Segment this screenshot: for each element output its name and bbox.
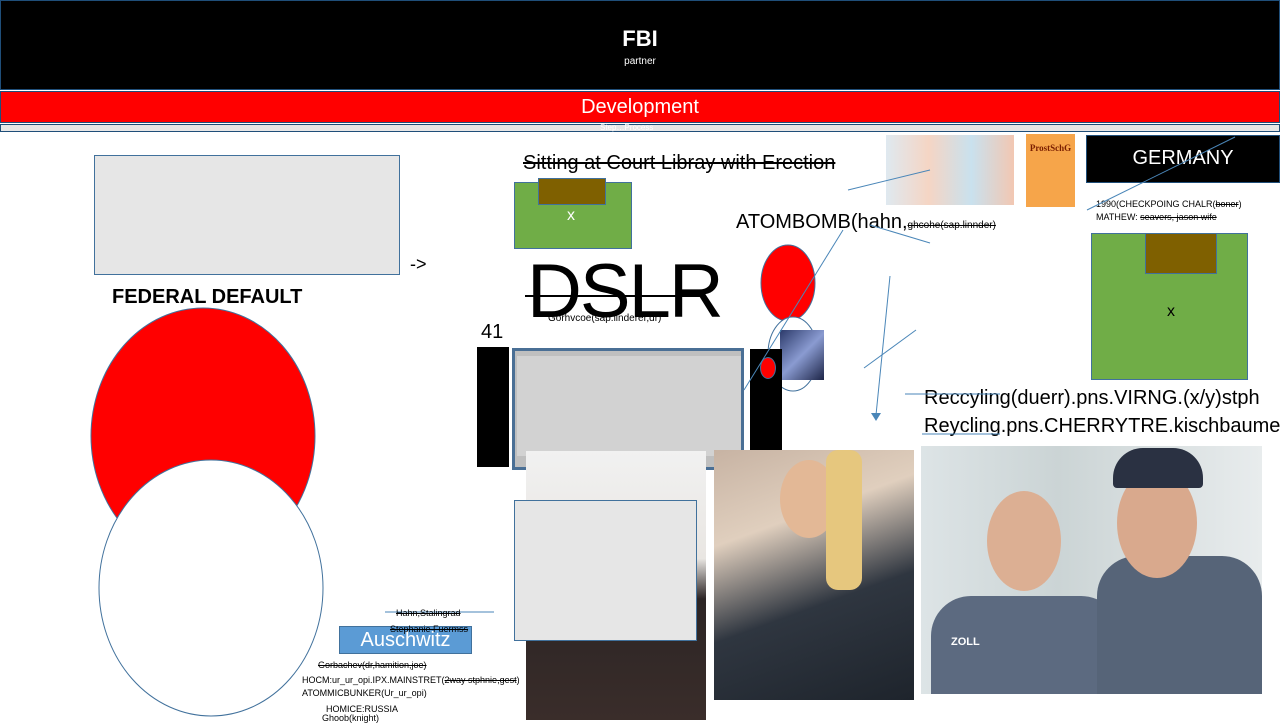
connector-line — [875, 275, 891, 416]
mathew-text: MATHEW: — [1096, 212, 1141, 222]
center-screen-inner — [517, 356, 741, 456]
germany-label: GERMANY — [1132, 147, 1234, 169]
gorbachev-under-dslr: Gorhvcoe(sap.linderer,dr) — [548, 313, 662, 324]
zoll-officers-photo: ZOLL — [921, 446, 1262, 694]
center-green-x: x — [567, 207, 575, 224]
recycling-line-2: Reycling.pns.CHERRYTRE.kischbaume — [924, 415, 1280, 437]
dslr-strike — [525, 295, 705, 297]
mathew-struck: seavers, jason wife — [1140, 212, 1217, 222]
checkpoint-suffix: ) — [1238, 199, 1242, 209]
sitting-line: Sitting at Court Libray with Erection — [523, 152, 836, 174]
officer-hair — [826, 450, 862, 590]
page-title: FBI — [622, 26, 658, 51]
red-dot[interactable] — [760, 357, 776, 379]
dslr-label: DSLR — [527, 249, 724, 334]
book-title: ProstSchG — [1029, 143, 1072, 153]
hocm-line: HOCM:ur_ur_opi.IPX.MAINSTRET(2way stphni… — [302, 675, 520, 685]
space-thumbnail — [780, 330, 824, 380]
recycling-line-1: Reccyling(duerr).pns.VIRNG.(x/y)stph — [924, 387, 1260, 409]
prostschg-book: ProstSchG — [1026, 134, 1075, 207]
hocm-suffix: ) — [516, 675, 520, 685]
development-label: Development — [581, 96, 699, 118]
right-green-x: x — [1167, 303, 1175, 320]
mathew-line: MATHEW: seavers, jason wife — [1096, 212, 1217, 222]
arrow-head — [871, 413, 881, 421]
gorbachev-line: Gorbachev(dr,hamition,joe) — [318, 660, 427, 670]
small-red-oval[interactable] — [760, 244, 816, 322]
officer-left-face — [987, 491, 1061, 591]
hahn-line: Hahn,Stalingrad — [396, 608, 461, 618]
hocm-struck: 2way stphnie,gest — [444, 675, 517, 685]
checkpoint-struck: boner — [1215, 199, 1239, 209]
police-officer-photo — [714, 450, 914, 700]
connector-line — [863, 329, 917, 369]
zoll-label: ZOLL — [951, 636, 980, 648]
ghoob-line: Ghoob(knight) — [322, 713, 380, 723]
hocm-text: HOCM:ur_ur_opi.IPX.MAINSTRET( — [302, 675, 445, 685]
atombomb-text: ATOMBOMB(hahn, — [736, 211, 908, 233]
circles-graphic — [90, 307, 324, 717]
atombomb-small-text: ghcohe(sap.linnder) — [907, 220, 996, 231]
bottom-grey-box[interactable] — [514, 500, 697, 641]
officer-right-uniform — [1097, 556, 1262, 694]
page-subtitle: partner — [624, 56, 656, 67]
anatomy-illustration — [886, 135, 1014, 205]
right-brown-box[interactable] — [1145, 233, 1217, 274]
left-grey-box[interactable] — [94, 155, 400, 275]
number-label: 41 — [481, 321, 504, 343]
atombomb-label: ATOMBOMB(hahn,ghcohe(sap.linnder) — [736, 211, 996, 234]
checkpoint-line: 1990(CHECKPOING CHALR(boner) — [1096, 199, 1242, 209]
checkpoint-text: 1990(CHECKPOING CHALR( — [1096, 199, 1216, 209]
grey-band-label: Step…Process — [600, 123, 654, 132]
arrow-label: -> — [410, 254, 427, 274]
center-brown-box[interactable] — [538, 178, 606, 205]
white-circle[interactable] — [98, 459, 324, 717]
left-black-bar — [477, 347, 509, 467]
stephanie-line: Stephanie Fuermss — [390, 624, 469, 634]
officer-right-cap — [1113, 448, 1203, 488]
atommic-line: ATOMMICBUNKER(Ur_ur_opi) — [302, 688, 427, 698]
